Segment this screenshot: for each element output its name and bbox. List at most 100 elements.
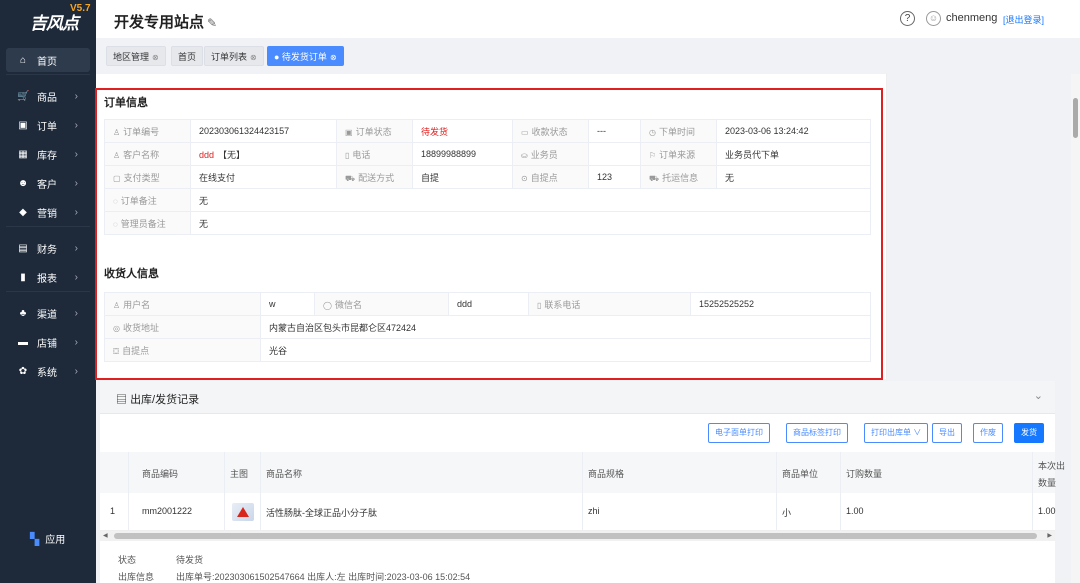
close-icon[interactable]: ⊗ — [330, 53, 337, 62]
sidebar-item-3[interactable]: ▦ 库存 › — [6, 142, 90, 166]
admin-note-value: 无 — [190, 211, 871, 235]
sidebar-item-9[interactable]: ▬ 店铺 › — [6, 330, 90, 354]
sidebar-item-7[interactable]: ▮ 报表 › — [6, 265, 90, 289]
horizontal-scrollbar[interactable]: ◀ ▶ — [100, 531, 1055, 541]
order-note-label: ◌ 订单备注 — [104, 188, 191, 212]
shop-icon: ▬ — [18, 336, 28, 348]
field-icon: ⛟ — [649, 173, 660, 183]
scroll-left-icon[interactable]: ◀ — [103, 531, 108, 541]
phone-label: ▯ 联系电话 — [528, 292, 691, 316]
tab-label: 地区管理 — [113, 52, 150, 62]
value-text: 无 — [725, 172, 735, 183]
print-outbound-button[interactable]: 打印出库单 ∨ — [864, 423, 929, 443]
document-icon: ▤ — [116, 394, 131, 406]
chevron-right-icon: › — [74, 90, 78, 102]
sidebar-item-label: 订单 — [37, 121, 57, 133]
username-label: ♙ 用户名 — [104, 292, 261, 316]
chevron-down-icon[interactable]: ⌄ — [1034, 389, 1043, 402]
ship-button[interactable]: 发货 — [1014, 423, 1044, 443]
help-icon[interactable]: ? — [900, 11, 915, 26]
avatar[interactable]: ☺ — [926, 11, 941, 26]
tab-home[interactable]: 首页 — [171, 46, 204, 66]
chevron-right-icon: › — [74, 365, 78, 377]
chevron-right-icon: › — [74, 206, 78, 218]
home-icon: ⌂ — [19, 54, 27, 66]
edit-icon[interactable]: ✎ — [207, 16, 217, 30]
print-waybill-button[interactable]: 电子面单打印 — [708, 423, 770, 443]
sidebar-item-label: 营销 — [37, 208, 57, 220]
scroll-right-icon[interactable]: ▶ — [1047, 531, 1052, 541]
shipping-title-text: 出库/发货记录 — [130, 394, 200, 406]
product-thumbnail[interactable] — [232, 503, 254, 521]
cart-icon: 🛒 — [17, 90, 30, 102]
sidebar-item-10[interactable]: ✿ 系统 › — [6, 359, 90, 383]
table-row: ♙ 客户名称 ddd 【无】 ▯ 电话 18899988899 ⛀ 业务员 ⚐ 订单来源 业务员代下单 — [104, 142, 871, 166]
wechat-label: ◯ 微信名 — [314, 292, 449, 316]
label-text: 配送方式 — [358, 172, 395, 183]
sidebar-item-6[interactable]: ▤ 财务 › — [6, 236, 90, 260]
phone-value: 15252525252 — [690, 292, 871, 316]
close-icon[interactable]: ⊗ — [152, 53, 159, 62]
void-button[interactable]: 作废 — [973, 423, 1003, 443]
page-scrollbar[interactable] — [1071, 74, 1080, 583]
sidebar-item-0[interactable]: ⌂ 首页 — [6, 48, 90, 72]
tab-region[interactable]: 地区管理 ⊗ — [106, 46, 166, 66]
top-header: 开发专用站点 ✎ ? ☺ chenmeng [退出登录] — [96, 0, 1080, 38]
label-text: 订单状态 — [355, 126, 392, 137]
tab-pending-orders[interactable]: ● 待发货订单 ⊗ — [267, 46, 344, 66]
field-icon: ⛟ — [345, 173, 356, 183]
field-label: ▣ 订单状态 — [336, 119, 413, 143]
sidebar-item-5[interactable]: ◆ 营销 › — [6, 200, 90, 224]
export-button[interactable]: 导出 — [932, 423, 962, 443]
receiver-info-table: ♙ 用户名 w ◯ 微信名 ddd ▯ 联系电话 15252525252 ◎ 收货地址 … — [104, 292, 871, 362]
apps-button[interactable]: ▚ 应用 — [30, 531, 66, 547]
page-scroll-thumb[interactable] — [1073, 98, 1078, 138]
wechat-icon: ◯ — [323, 300, 332, 310]
sidebar-item-4[interactable]: ☻ 客户 › — [6, 171, 90, 195]
field-icon: ♙ — [113, 150, 121, 160]
chevron-right-icon: › — [74, 271, 78, 283]
field-value: 无 — [716, 165, 871, 189]
divider — [6, 74, 90, 75]
outbound-row: 出库信息 出库单号:202303061502547664 出库人:左 出库时间:… — [118, 570, 470, 583]
phone-icon: ▯ — [537, 300, 542, 310]
version-badge: V5.7 — [70, 3, 91, 14]
pickup-label: ⛋ 自提点 — [104, 338, 261, 362]
order-info-table: ♙ 订单编号 202303061324423157 ▣ 订单状态 待发货 ▭ 收款状态 --- ◷… — [104, 119, 871, 235]
outbound-value: 出库单号:202303061502547664 出库人:左 出库时间:2023-… — [176, 572, 471, 582]
table-row: ▢ 支付类型 在线支付 ⛟ 配送方式 自提 ⊙ 自提点 123 ⛟ 托运信息无 — [104, 165, 871, 189]
field-label: ▯ 电话 — [336, 142, 413, 166]
table-header: 商品编码 主图 商品名称 商品规格 商品单位 订购数量 本次出 数量 — [100, 452, 1065, 493]
sidebar-item-label: 渠道 — [37, 309, 57, 321]
sidebar-item-label: 报表 — [37, 273, 57, 285]
col-out-qty: 本次出 — [1038, 461, 1066, 471]
customer-icon: ☻ — [17, 177, 29, 189]
table-row: ◌ 订单备注无 — [104, 188, 871, 212]
apps-label: 应用 — [45, 535, 66, 546]
chevron-right-icon: › — [74, 148, 78, 160]
field-icon: ◷ — [649, 127, 656, 137]
page-title: 开发专用站点 ✎ — [114, 11, 217, 32]
order-note-value: 无 — [190, 188, 871, 212]
tab-label: ● 待发货订单 — [274, 52, 327, 62]
scroll-thumb[interactable] — [114, 533, 1037, 539]
sidebar-item-2[interactable]: ▣ 订单 › — [6, 113, 90, 137]
field-label: ⊙ 自提点 — [512, 165, 589, 189]
logout-link[interactable]: [退出登录] — [1003, 13, 1044, 26]
print-label-button[interactable]: 商品标签打印 — [786, 423, 848, 443]
close-icon[interactable]: ⊗ — [250, 53, 257, 62]
table-row: ⛋ 自提点 光谷 — [104, 338, 871, 362]
app-logo[interactable]: 吉风点 V5.7 — [0, 0, 96, 36]
tab-order-list[interactable]: 订单列表 ⊗ — [204, 46, 264, 66]
col-name: 商品名称 — [266, 469, 303, 479]
label-text: 收货地址 — [122, 322, 159, 333]
channel-icon: ♣ — [19, 307, 27, 319]
col-qty: 订购数量 — [846, 469, 883, 479]
field-icon: ⚐ — [649, 150, 657, 160]
chevron-right-icon: › — [74, 336, 78, 348]
chevron-right-icon: › — [74, 242, 78, 254]
shipping-header[interactable]: ▤ 出库/发货记录 ⌄ — [100, 381, 1055, 414]
out-qty: 1.00 — [1038, 506, 1056, 516]
sidebar-item-8[interactable]: ♣ 渠道 › — [6, 301, 90, 325]
sidebar-item-1[interactable]: 🛒 商品 › — [6, 84, 90, 108]
